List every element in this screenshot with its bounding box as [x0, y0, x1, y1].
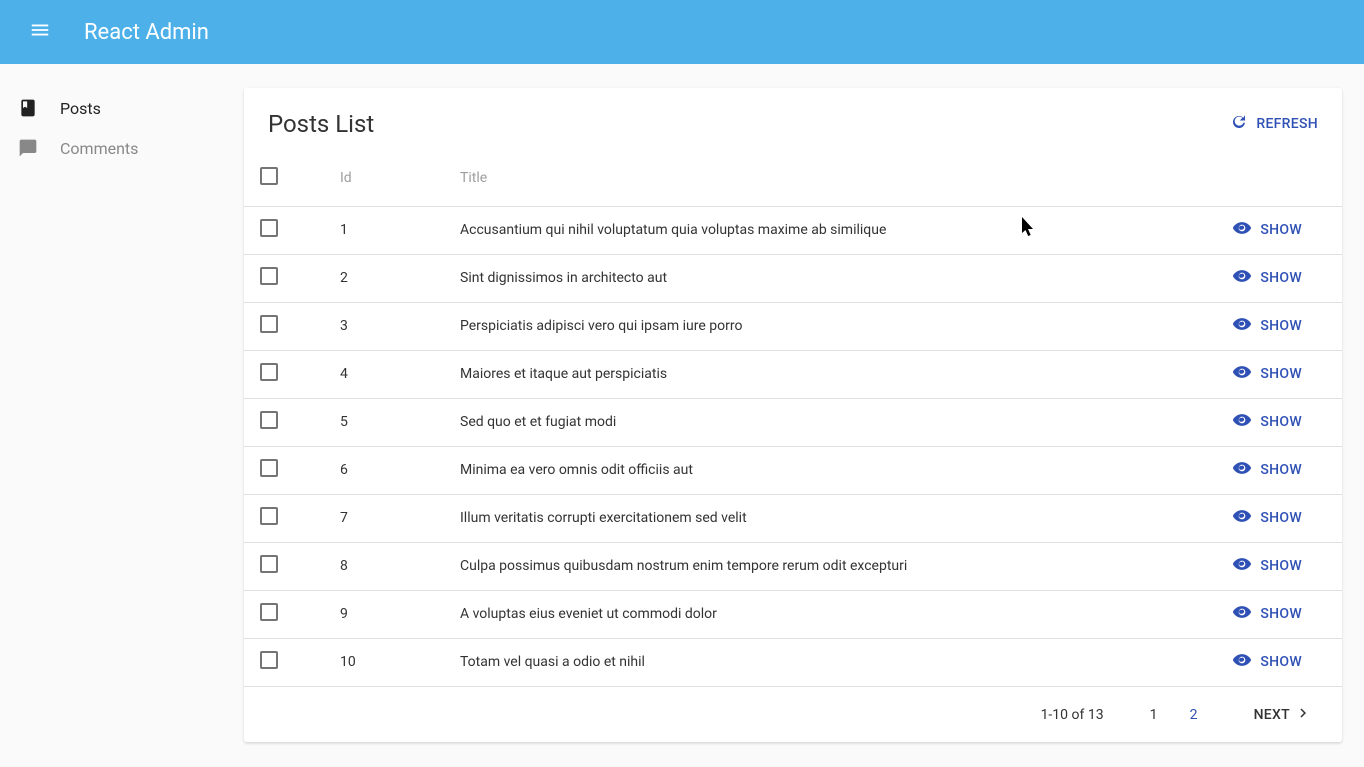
- eye-icon: [1232, 218, 1260, 242]
- show-button[interactable]: SHOW: [1232, 362, 1302, 386]
- table-row[interactable]: 8Culpa possimus quibusdam nostrum enim t…: [244, 542, 1342, 590]
- eye-icon: [1232, 458, 1260, 482]
- show-label: SHOW: [1260, 510, 1302, 526]
- page-1[interactable]: 1: [1134, 701, 1174, 729]
- page-2[interactable]: 2: [1174, 701, 1214, 729]
- show-button[interactable]: SHOW: [1232, 266, 1302, 290]
- row-checkbox[interactable]: [260, 603, 278, 621]
- cell-title: Minima ea vero omnis odit officiis aut: [444, 446, 1162, 494]
- cell-id: 2: [324, 254, 444, 302]
- cell-id: 10: [324, 638, 444, 686]
- cell-title: Culpa possimus quibusdam nostrum enim te…: [444, 542, 1162, 590]
- eye-icon: [1232, 506, 1260, 530]
- eye-icon: [1232, 314, 1260, 338]
- show-button[interactable]: SHOW: [1232, 314, 1302, 338]
- cell-title: Illum veritatis corrupti exercitationem …: [444, 494, 1162, 542]
- table-row[interactable]: 9A voluptas eius eveniet ut commodi dolo…: [244, 590, 1342, 638]
- page-title: Posts List: [268, 110, 374, 138]
- cell-title: Maiores et itaque aut perspiciatis: [444, 350, 1162, 398]
- show-button[interactable]: SHOW: [1232, 506, 1302, 530]
- cell-title: Perspiciatis adipisci vero qui ipsam iur…: [444, 302, 1162, 350]
- row-checkbox[interactable]: [260, 267, 278, 285]
- next-label: NEXT: [1254, 707, 1290, 723]
- app-title: React Admin: [84, 20, 209, 45]
- table-row[interactable]: 2Sint dignissimos in architecto aut SHOW: [244, 254, 1342, 302]
- refresh-label: REFRESH: [1256, 116, 1318, 132]
- sidebar-item-label: Comments: [60, 139, 138, 158]
- cell-title: Totam vel quasi a odio et nihil: [444, 638, 1162, 686]
- appbar: React Admin: [0, 0, 1364, 64]
- cell-id: 5: [324, 398, 444, 446]
- eye-icon: [1232, 554, 1260, 578]
- row-checkbox[interactable]: [260, 555, 278, 573]
- table-row[interactable]: 5Sed quo et et fugiat modi SHOW: [244, 398, 1342, 446]
- column-header-title[interactable]: Title: [444, 150, 1162, 206]
- sidebar-item-posts[interactable]: Posts: [0, 88, 244, 128]
- show-label: SHOW: [1260, 318, 1302, 334]
- hamburger-icon: [29, 19, 51, 45]
- show-label: SHOW: [1260, 462, 1302, 478]
- eye-icon: [1232, 602, 1260, 626]
- select-all-checkbox[interactable]: [260, 167, 278, 185]
- row-checkbox[interactable]: [260, 459, 278, 477]
- show-label: SHOW: [1260, 606, 1302, 622]
- next-button[interactable]: NEXT: [1254, 704, 1312, 726]
- show-button[interactable]: SHOW: [1232, 218, 1302, 242]
- row-checkbox[interactable]: [260, 411, 278, 429]
- row-checkbox[interactable]: [260, 507, 278, 525]
- show-label: SHOW: [1260, 222, 1302, 238]
- cell-title: Sed quo et et fugiat modi: [444, 398, 1162, 446]
- pagination: 1-10 of 13 1 2 NEXT: [244, 686, 1342, 742]
- show-button[interactable]: SHOW: [1232, 458, 1302, 482]
- cell-title: A voluptas eius eveniet ut commodi dolor: [444, 590, 1162, 638]
- column-header-id[interactable]: Id: [324, 150, 444, 206]
- chat-icon: [16, 136, 40, 160]
- cell-id: 1: [324, 206, 444, 254]
- cell-id: 8: [324, 542, 444, 590]
- eye-icon: [1232, 410, 1260, 434]
- row-checkbox[interactable]: [260, 315, 278, 333]
- cell-id: 7: [324, 494, 444, 542]
- show-label: SHOW: [1260, 414, 1302, 430]
- show-label: SHOW: [1260, 270, 1302, 286]
- cell-id: 3: [324, 302, 444, 350]
- table-row[interactable]: 4Maiores et itaque aut perspiciatis SHOW: [244, 350, 1342, 398]
- eye-icon: [1232, 362, 1260, 386]
- table-row[interactable]: 10Totam vel quasi a odio et nihil SHOW: [244, 638, 1342, 686]
- table-row[interactable]: 7Illum veritatis corrupti exercitationem…: [244, 494, 1342, 542]
- refresh-icon: [1230, 113, 1256, 135]
- posts-table: Id Title 1Accusantium qui nihil voluptat…: [244, 150, 1342, 686]
- eye-icon: [1232, 650, 1260, 674]
- cell-title: Sint dignissimos in architecto aut: [444, 254, 1162, 302]
- row-checkbox[interactable]: [260, 363, 278, 381]
- sidebar: Posts Comments: [0, 64, 244, 767]
- sidebar-item-comments[interactable]: Comments: [0, 128, 244, 168]
- show-label: SHOW: [1260, 558, 1302, 574]
- sidebar-item-label: Posts: [60, 99, 101, 118]
- show-button[interactable]: SHOW: [1232, 602, 1302, 626]
- refresh-button[interactable]: REFRESH: [1230, 113, 1318, 135]
- menu-button[interactable]: [20, 12, 60, 52]
- table-row[interactable]: 3Perspiciatis adipisci vero qui ipsam iu…: [244, 302, 1342, 350]
- eye-icon: [1232, 266, 1260, 290]
- row-checkbox[interactable]: [260, 651, 278, 669]
- show-button[interactable]: SHOW: [1232, 554, 1302, 578]
- show-label: SHOW: [1260, 366, 1302, 382]
- table-row[interactable]: 6Minima ea vero omnis odit officiis aut S…: [244, 446, 1342, 494]
- chevron-right-icon: [1290, 704, 1312, 726]
- cell-title: Accusantium qui nihil voluptatum quia vo…: [444, 206, 1162, 254]
- row-checkbox[interactable]: [260, 219, 278, 237]
- table-row[interactable]: 1Accusantium qui nihil voluptatum quia v…: [244, 206, 1342, 254]
- cell-id: 9: [324, 590, 444, 638]
- book-icon: [16, 96, 40, 120]
- cell-id: 6: [324, 446, 444, 494]
- show-button[interactable]: SHOW: [1232, 650, 1302, 674]
- show-label: SHOW: [1260, 654, 1302, 670]
- show-button[interactable]: SHOW: [1232, 410, 1302, 434]
- cell-id: 4: [324, 350, 444, 398]
- pagination-range: 1-10 of 13: [1041, 707, 1104, 723]
- posts-card: Posts List REFRESH Id Title: [244, 88, 1342, 742]
